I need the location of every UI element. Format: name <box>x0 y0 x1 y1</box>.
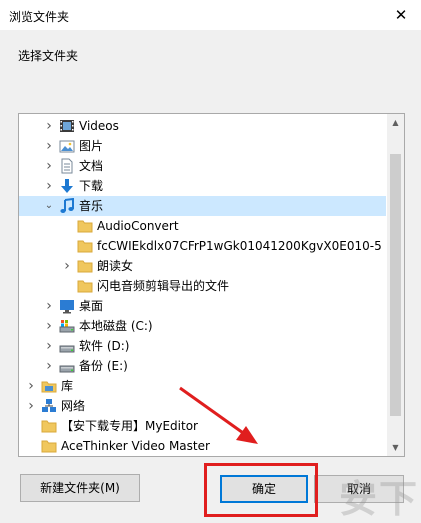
watermark-logo: 安下 <box>338 477 419 521</box>
annotation-arrow-icon <box>179 386 258 444</box>
